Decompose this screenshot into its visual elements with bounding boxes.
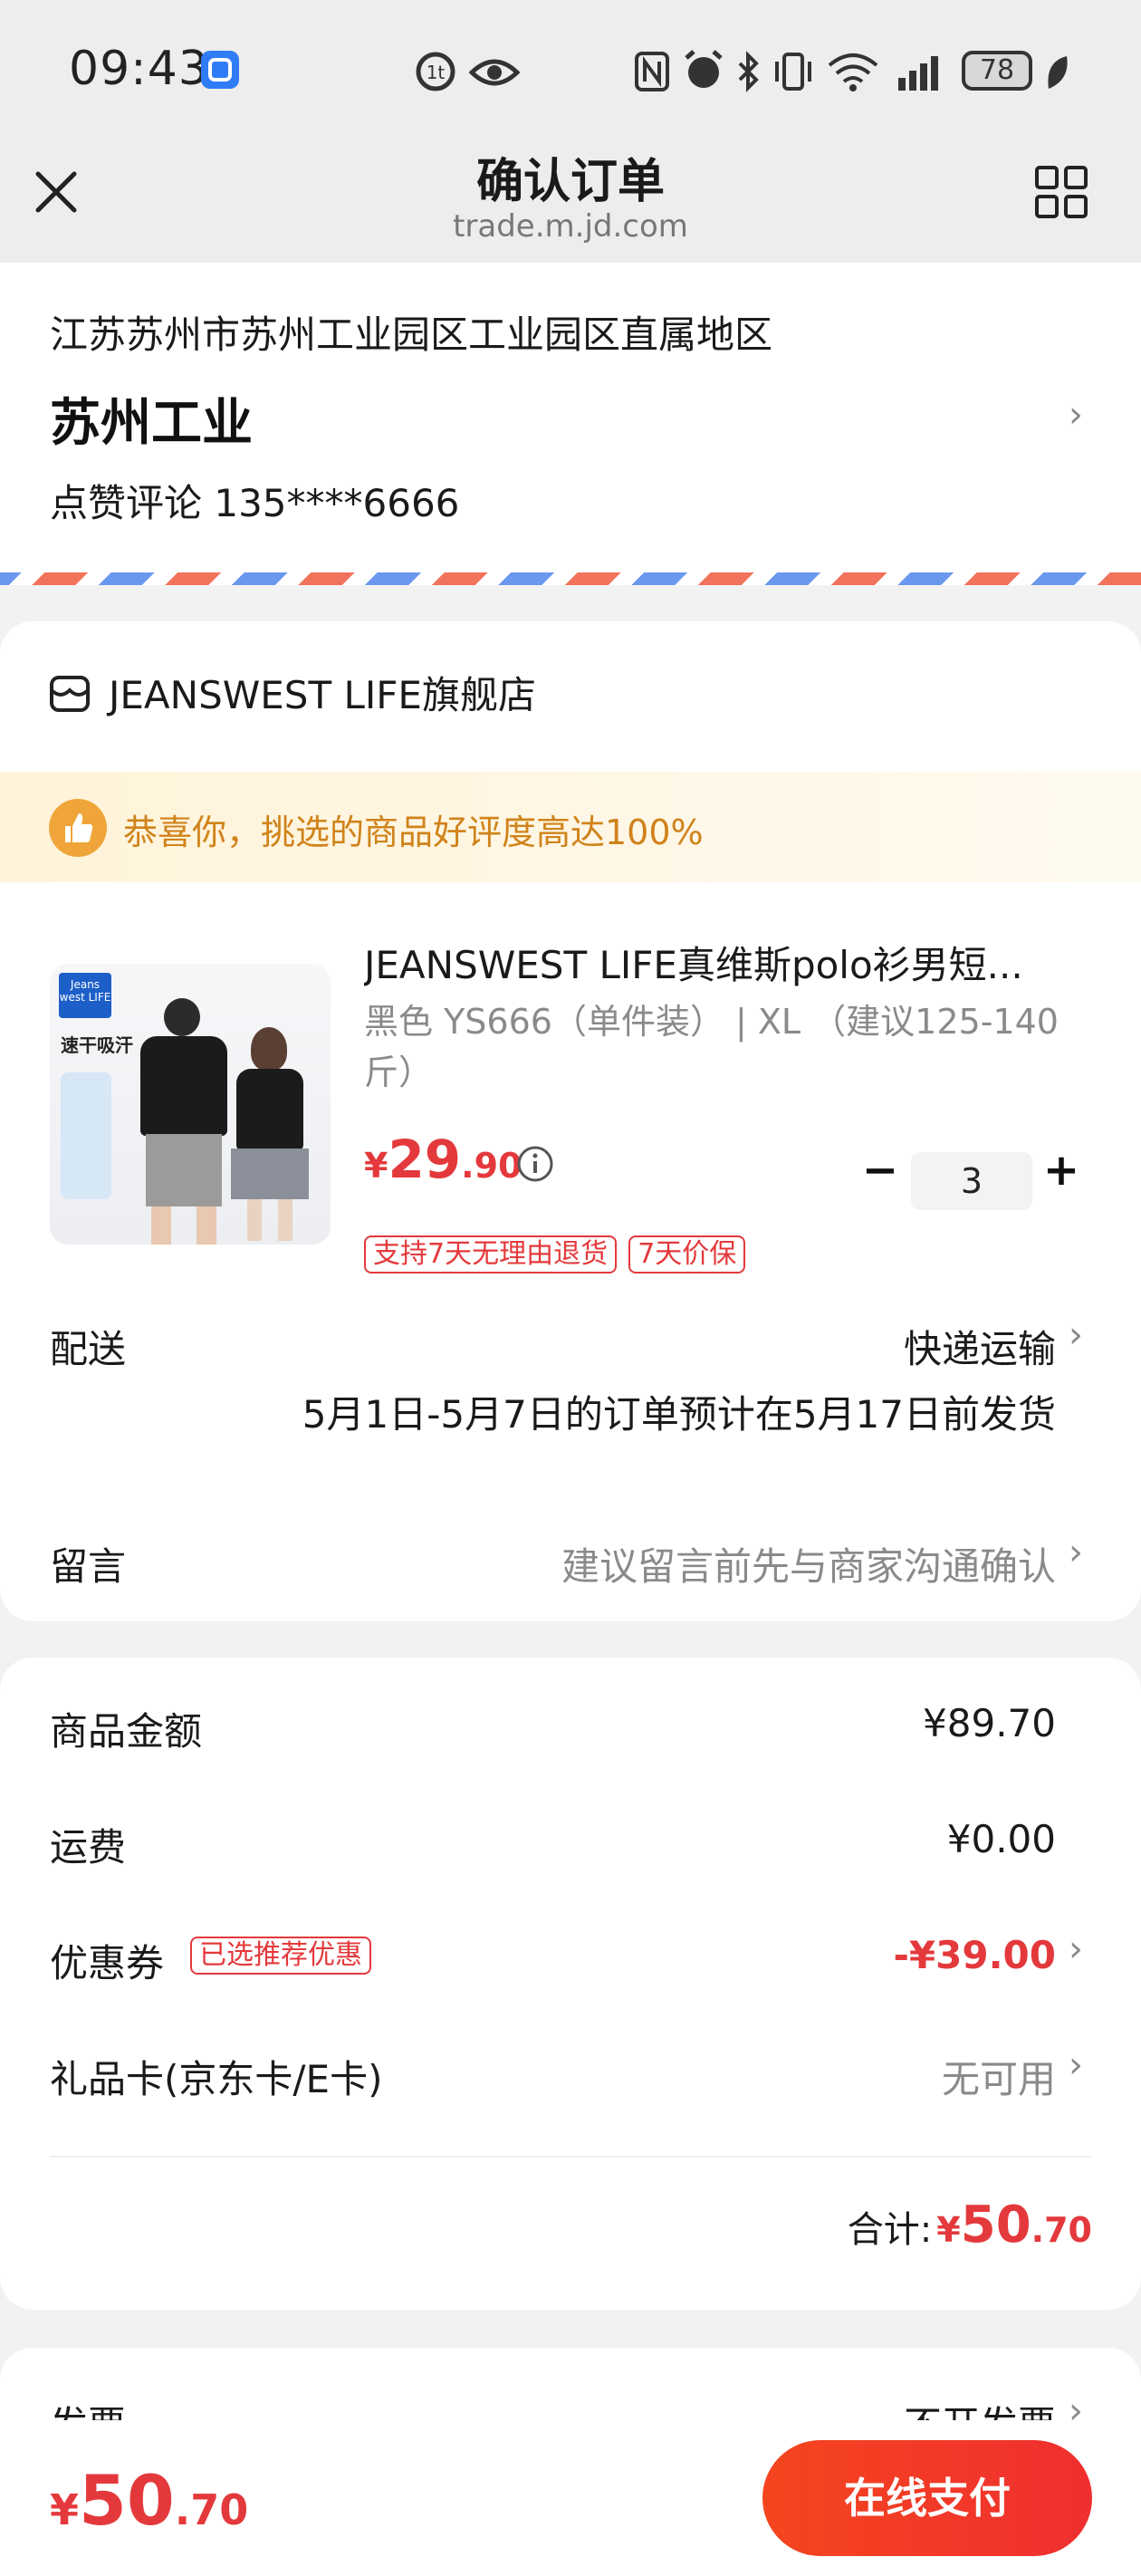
battery-icon: 78 [962,51,1032,91]
gift-card-label: 礼品卡(京东卡/E卡) [50,2057,383,2101]
store-icon [50,676,90,712]
quantity-decrease-button[interactable]: − [860,1149,900,1192]
model-figure [251,1027,287,1071]
pay-button[interactable]: 在线支付 [762,2440,1092,2556]
summary-card: 商品金额 ¥89.70 运费 ¥0.00 优惠券 已选推荐优惠 -¥39.00 … [0,1658,1141,2310]
product-price: ¥29.90 [364,1129,523,1190]
signal-icon [898,56,938,91]
goods-amount-label: 商品金额 [50,1709,203,1754]
product-image[interactable]: Jeans west LIFE 速干吸汗 [50,964,331,1245]
price-protection-tag: 7天价保 [628,1235,746,1274]
quantity-input[interactable]: 3 [911,1152,1032,1210]
address-card[interactable]: 江苏苏州市苏州工业园区工业园区直属地区 苏州工业 › 点赞评论 135****6… [0,263,1141,575]
gift-card-value[interactable]: 无可用 [942,2049,1056,2104]
product-title[interactable]: JEANSWEST LIFE真维斯polo衫男短... [364,935,1088,990]
chevron-right-icon[interactable]: › [1069,1317,1083,1353]
quantity-increase-button[interactable]: + [1041,1149,1081,1192]
message-label: 留言 [50,1544,127,1589]
pay-amount: ¥50.70 [50,2460,249,2541]
coupon-recommend-tag: 已选推荐优惠 [190,1937,371,1975]
leaf-icon [1048,56,1068,89]
nav-bar: 确认订单 trade.m.jd.com [0,136,1141,263]
grid-menu-icon[interactable] [1034,165,1088,219]
delivery-label: 配送 [50,1327,127,1371]
delivery-method[interactable]: 快递运输 [904,1319,1056,1374]
product-spec[interactable]: 黑色 YS666（单件装） | XL （建议125-140斤） [364,996,1088,1098]
total-amount: ¥50.70 [936,2196,1092,2254]
praise-text: 恭喜你，挑选的商品好评度高达100% [123,812,704,852]
address-detail: 苏州工业 [50,394,253,453]
bluetooth-icon [738,51,759,92]
return-policy-tag: 支持7天无理由退货 [364,1235,618,1274]
status-bar: 09:43 1t 78 [0,0,1141,136]
shipping-value: ¥0.00 [946,1817,1056,1861]
store-name[interactable]: JEANSWEST LIFE旗舰店 [109,665,536,720]
svg-text:1t: 1t [427,62,446,83]
bottom-bar: ¥50.70 在线支付 [0,2420,1141,2576]
delivery-note: 5月1日-5月7日的订单预计在5月17日前发货 [302,1392,1056,1437]
store-card: JEANSWEST LIFE旗舰店 恭喜你，挑选的商品好评度高达100% Jea… [0,621,1141,1621]
dnd-icon: 1t [416,52,455,91]
app-notification-icon [201,51,239,89]
product-image-caption: 速干吸汗 [61,1034,133,1056]
coupon-label: 优惠券 [50,1941,165,1985]
alarm-icon [685,50,723,88]
status-time: 09:43 [69,42,209,96]
praise-banner: 恭喜你，挑选的商品好评度高达100% [0,772,1141,882]
address-region: 江苏苏州市苏州工业园区工业园区直属地区 [50,312,773,357]
message-input[interactable]: 建议留言前先与商家沟通确认 [561,1536,1056,1591]
chevron-right-icon[interactable]: › [1069,2047,1083,2083]
vibrate-icon [775,53,811,91]
service-tags: 支持7天无理由退货 7天价保 [364,1235,746,1274]
page-title: 确认订单 [475,155,665,209]
brand-logo: Jeans west LIFE [59,973,111,1018]
address-contact: 点赞评论 135****6666 [50,481,460,525]
page-url: trade.m.jd.com [453,208,688,245]
thumbs-up-icon [49,799,107,857]
eye-icon [469,59,520,86]
chevron-right-icon[interactable]: › [1069,1931,1083,1967]
coupon-value[interactable]: -¥39.00 [893,1933,1056,1977]
divider [50,2156,1091,2158]
goods-amount-value: ¥89.70 [923,1701,1056,1745]
battery-level: 78 [979,54,1015,86]
info-icon[interactable] [516,1145,554,1183]
total-row: 合计: ¥50.70 [848,2196,1092,2254]
chevron-right-icon: › [1069,394,1083,436]
airmail-divider [0,572,1141,585]
shipping-label: 运费 [50,1825,127,1870]
chevron-right-icon[interactable]: › [1069,1534,1083,1571]
feature-badge-panel [61,1072,111,1199]
total-label: 合计: [847,2209,933,2251]
model-figure [164,998,200,1036]
nfc-icon [635,52,669,91]
wifi-icon [828,53,878,91]
